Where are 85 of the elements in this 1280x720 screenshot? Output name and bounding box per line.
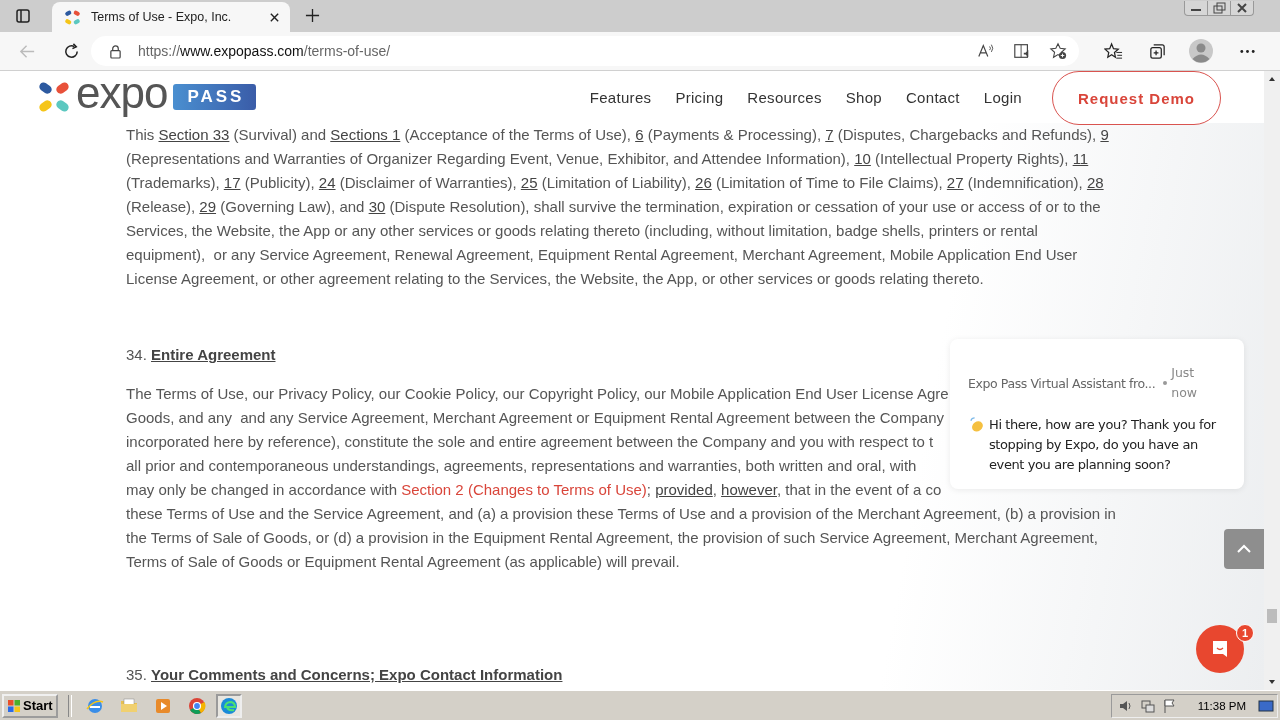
tab-title: Terms of Use - Expo, Inc. bbox=[91, 10, 233, 24]
paragraph-line: (Trademarks), 17 (Publicity), 24 (Disclaimer of Warranties), 25 (Limitation of Liability), 26 (Limitation of Time to File Claims), 27 (Indemnification), 28 bbox=[126, 173, 1104, 193]
dot-separator bbox=[1163, 381, 1168, 385]
section-link[interactable]: Section 2 (Changes to Terms of Use) bbox=[401, 481, 647, 498]
section-link[interactable]: Sections 1 bbox=[330, 126, 401, 143]
address-bar[interactable]: https://www.expopass.com/terms-of-use/ bbox=[91, 36, 1079, 66]
paragraph-line: incorporated here by reference), constitute the sole and entire agreement between the Company and you with respect to t bbox=[126, 432, 934, 452]
url-text: https://www.expopass.com/terms-of-use/ bbox=[138, 43, 392, 59]
paragraph-line: equipment), or any Service Agreement, Renewal Agreement, Equipment Rental Agreement, Merchant Agreement, Mobile Application End User bbox=[126, 245, 1078, 265]
section-heading: 34. Entire Agreement bbox=[126, 345, 276, 365]
nav-link[interactable]: Shop bbox=[845, 88, 882, 106]
paragraph-line: may only be changed in accordance with Section 2 (Changes to Terms of Use); provided, however, that in the event of a co bbox=[126, 480, 942, 500]
section-link[interactable]: 27 bbox=[946, 174, 964, 191]
nav-link[interactable]: Contact bbox=[905, 88, 960, 106]
section-link[interactable]: 28 bbox=[1086, 174, 1104, 191]
close-icon[interactable] bbox=[269, 11, 280, 23]
nav-link[interactable]: Resources bbox=[747, 88, 822, 106]
paragraph-line: all prior and contemporaneous understandings, agreements, representations and warranties, both written and oral, with bbox=[126, 456, 917, 476]
chat-sender: Expo Pass Virtual Assistant fro... bbox=[968, 375, 1156, 391]
paragraph-line: This Section 33 (Survival) and Sections 1 (Acceptance of the Terms of Use), 6 (Payments & Processing), 7 (Disputes, Chargebacks and Refunds), 9 bbox=[126, 125, 1109, 145]
read-aloud-icon[interactable] bbox=[977, 42, 995, 60]
section-heading: 35. Your Comments and Concerns; Expo Contact Information bbox=[126, 665, 563, 685]
paragraph-line: (Representations and Warranties of Organizer Regarding Event, Venue, Exhibitor, and Attendee Information), 10 (Intellectual Property Rights), 11 bbox=[126, 149, 1089, 169]
collections-icon[interactable] bbox=[1148, 41, 1167, 61]
scrollbar[interactable] bbox=[1264, 71, 1280, 690]
logo-icon bbox=[64, 8, 81, 26]
paragraph-line: License Agreement, or other agreement relating to the Services, the Website, the App, or other services or goods relating thereto. bbox=[126, 269, 984, 289]
section-link[interactable]: 30 bbox=[368, 198, 386, 215]
back-to-top-button[interactable] bbox=[1224, 529, 1264, 569]
section-link[interactable]: 24 bbox=[318, 174, 336, 191]
chat-icon bbox=[1210, 639, 1230, 659]
waving-hand-icon bbox=[968, 416, 985, 433]
request-demo-button[interactable]: Request Demo bbox=[1051, 71, 1221, 125]
section-link[interactable]: 9 bbox=[1100, 126, 1109, 143]
nav-link[interactable]: Login bbox=[983, 88, 1022, 106]
media-player-icon[interactable] bbox=[153, 696, 172, 715]
unread-badge: 1 bbox=[1236, 624, 1254, 642]
paragraph-line: Terms of Sale of Goods or Equipment Rental Agreement (as applicable) will prevail. bbox=[126, 552, 680, 572]
chat-message: Hi there, how are you? Thank you for stopping by Expo, do you have an event you are planning soon? bbox=[989, 416, 1217, 474]
network-icon[interactable] bbox=[1139, 697, 1156, 714]
section-link[interactable]: 6 bbox=[635, 126, 644, 143]
paragraph-line: Services, the Website, the App or any other services or goods relating thereto (including, without limitation, badge shells, printers or rental bbox=[126, 221, 1038, 241]
taskbar-clock: 11:38 PM bbox=[1197, 699, 1246, 712]
section-link[interactable]: Entire Agreement bbox=[151, 346, 276, 363]
chat-message-card[interactable]: Expo Pass Virtual Assistant fro... Just now Hi there, how are you? Thank you for stopping by Expo, do you have an event you are planning soon? bbox=[950, 339, 1244, 489]
favorites-icon[interactable] bbox=[1104, 41, 1123, 61]
chevron-up-icon bbox=[1236, 544, 1252, 554]
paragraph-line: (Release), 29 (Governing Law), and 30 (Dispute Resolution), shall survive the termination, expiration or cessation of your use or access of or to the bbox=[126, 197, 1101, 217]
section-link[interactable]: 25 bbox=[520, 174, 538, 191]
chat-time: Just now bbox=[1171, 364, 1199, 402]
chat-launcher-button[interactable] bbox=[1196, 625, 1244, 673]
profile-avatar-icon[interactable] bbox=[1189, 39, 1213, 63]
add-favorite-icon[interactable] bbox=[1049, 42, 1067, 60]
show-desktop-icon[interactable] bbox=[1258, 697, 1274, 714]
reload-icon[interactable] bbox=[62, 41, 81, 61]
windows-logo-icon bbox=[7, 698, 21, 713]
paragraph-line: Goods, and any and any Service Agreement, Merchant Agreement or Equipment Rental Agreement between the Company bbox=[126, 408, 944, 428]
tab-actions-icon[interactable] bbox=[15, 8, 31, 24]
paragraph-line: the Terms of Sale of Goods, or (d) a provision in the Equipment Rental Agreement, the provision of such Service Agreement, Merchant Agreement, bbox=[126, 528, 1098, 548]
section-link[interactable]: provided bbox=[655, 481, 713, 498]
flag-icon[interactable] bbox=[1161, 697, 1178, 714]
scroll-thumb[interactable] bbox=[1267, 609, 1277, 623]
nav-link[interactable]: Features bbox=[589, 88, 652, 106]
section-link[interactable]: Section 33 bbox=[158, 126, 230, 143]
nav-link[interactable]: Pricing bbox=[675, 88, 724, 106]
paragraph-line: The Terms of Use, our Privacy Policy, our Cookie Policy, our Copyright Policy, our Mobile Application End User License Agre bbox=[126, 384, 949, 404]
new-tab-icon[interactable] bbox=[305, 8, 320, 23]
section-link[interactable]: Your Comments and Concerns; Expo Contact Information bbox=[151, 666, 563, 683]
section-link[interactable]: 29 bbox=[199, 198, 217, 215]
lock-icon bbox=[109, 43, 122, 59]
browser-icon[interactable] bbox=[85, 696, 104, 715]
section-link[interactable]: 17 bbox=[223, 174, 241, 191]
chrome-icon[interactable] bbox=[187, 696, 206, 715]
paragraph-line: these Terms of Use and the Service Agreement, and (a) a provision these Terms of Use and a provision of the Merchant Agreement, (b) a provision in bbox=[126, 504, 1116, 524]
logo-badge[interactable]: PASS bbox=[173, 84, 257, 110]
edge-taskbar-button[interactable] bbox=[215, 693, 242, 718]
section-link[interactable]: however bbox=[721, 481, 777, 498]
section-link[interactable]: 7 bbox=[825, 126, 834, 143]
logo-icon bbox=[38, 81, 70, 113]
section-link[interactable]: 10 bbox=[854, 150, 871, 167]
section-link[interactable]: 11 bbox=[1072, 150, 1089, 167]
reader-icon[interactable] bbox=[1013, 42, 1031, 60]
section-link[interactable]: 26 bbox=[695, 174, 712, 191]
browser-tab[interactable]: Terms of Use - Expo, Inc. bbox=[52, 2, 290, 32]
start-button[interactable]: Start bbox=[2, 693, 58, 718]
